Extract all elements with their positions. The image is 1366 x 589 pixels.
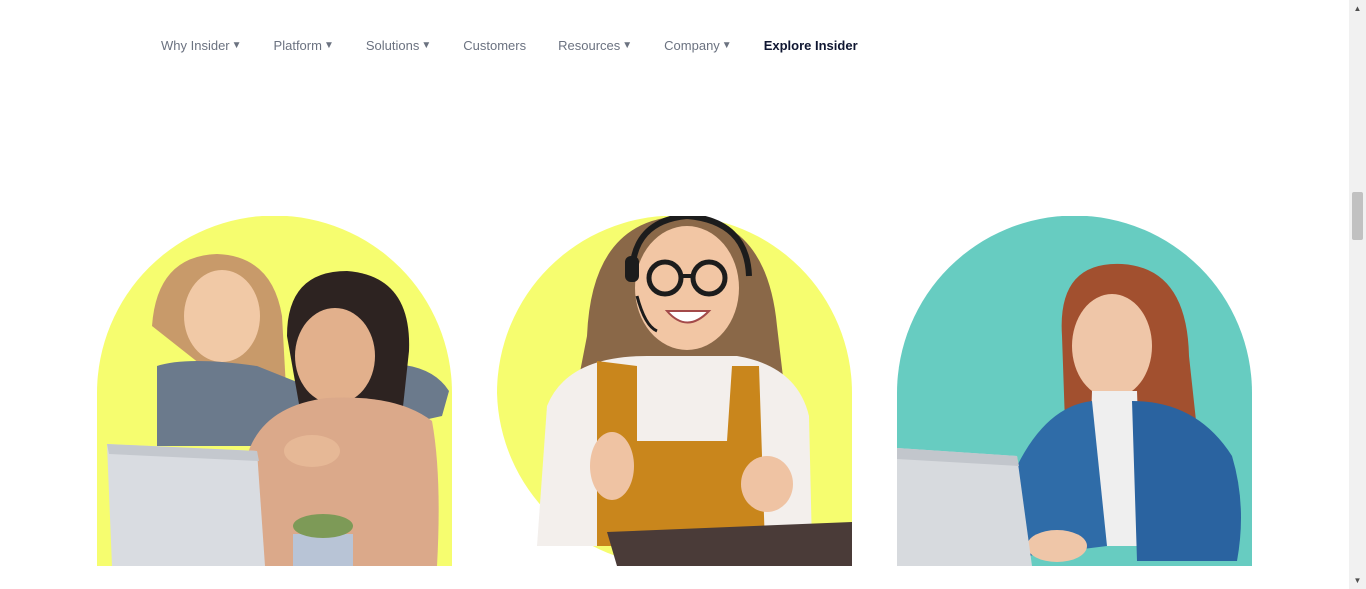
top-navigation: Why Insider ▼ Platform ▼ Solutions ▼ Cus… (161, 36, 858, 54)
vertical-scrollbar[interactable]: ▲ ▼ (1349, 0, 1366, 589)
caret-down-icon: ▼ (421, 39, 432, 51)
nav-label: Explore Insider (763, 37, 858, 53)
scroll-up-arrow-icon[interactable]: ▲ (1349, 0, 1366, 17)
nav-resources[interactable]: Resources ▼ (558, 38, 632, 53)
caret-down-icon: ▼ (622, 39, 633, 51)
photo-woman-headset (497, 216, 852, 566)
nav-explore-insider[interactable]: Explore Insider (764, 38, 858, 53)
nav-label: Why Insider (161, 37, 230, 53)
scroll-down-arrow-icon[interactable]: ▼ (1349, 572, 1366, 589)
nav-company[interactable]: Company ▼ (664, 38, 732, 53)
nav-platform[interactable]: Platform ▼ (274, 38, 334, 53)
photo-two-women-laptop (97, 216, 452, 566)
hero-image-card-3 (897, 216, 1252, 566)
nav-why-insider[interactable]: Why Insider ▼ (161, 38, 242, 53)
nav-customers[interactable]: Customers (463, 38, 526, 53)
nav-label: Company (664, 37, 720, 53)
nav-label: Platform (273, 37, 322, 53)
hero-image-card-2 (497, 216, 852, 566)
nav-label: Resources (558, 37, 621, 53)
hero-image-card-1 (97, 216, 452, 566)
scroll-thumb[interactable] (1352, 192, 1363, 240)
nav-label: Customers (463, 37, 527, 53)
caret-down-icon: ▼ (231, 39, 242, 51)
nav-solutions[interactable]: Solutions ▼ (366, 38, 431, 53)
nav-label: Solutions (365, 37, 420, 53)
caret-down-icon: ▼ (323, 39, 334, 51)
photo-woman-denim-laptop (897, 216, 1252, 566)
caret-down-icon: ▼ (721, 39, 732, 51)
